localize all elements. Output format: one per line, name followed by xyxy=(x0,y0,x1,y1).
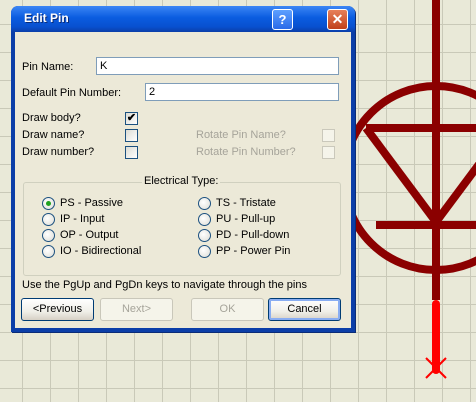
navigation-hint: Use the PgUp and PgDn keys to navigate t… xyxy=(22,279,307,291)
radio-input[interactable] xyxy=(42,213,55,226)
rotate-pin-name-label: Rotate Pin Name? xyxy=(196,129,286,141)
cancel-button[interactable]: Cancel xyxy=(268,298,341,321)
rotate-pin-name-checkbox[interactable] xyxy=(322,129,335,142)
draw-name-checkbox[interactable] xyxy=(125,129,138,142)
radio-pull-down[interactable] xyxy=(198,229,211,242)
radio-pull-up[interactable] xyxy=(198,213,211,226)
default-pin-number-label: Default Pin Number: xyxy=(22,87,122,99)
diode-triangle-left xyxy=(362,125,440,225)
draw-number-checkbox[interactable] xyxy=(125,146,138,159)
close-button[interactable]: ✕ xyxy=(327,9,348,30)
next-button[interactable]: Next> xyxy=(100,298,173,321)
pin-name-input[interactable]: K xyxy=(96,57,339,75)
diode-body-circle xyxy=(340,82,476,274)
radio-bidirectional-label: IO - Bidirectional xyxy=(60,245,142,257)
radio-tristate[interactable] xyxy=(198,197,211,210)
pin-name-label: Pin Name: xyxy=(22,61,74,73)
radio-pull-down-label: PD - Pull-down xyxy=(216,229,290,241)
electrical-type-title: Electrical Type: xyxy=(142,175,221,187)
radio-tristate-label: TS - Tristate xyxy=(216,197,276,209)
draw-body-label: Draw body? xyxy=(22,112,81,124)
ok-button[interactable]: OK xyxy=(191,298,264,321)
diode-symbol[interactable] xyxy=(340,0,476,300)
previous-button[interactable]: <Previous xyxy=(21,298,94,321)
dialog-title: Edit Pin xyxy=(24,11,69,25)
default-pin-number-input[interactable]: 2 xyxy=(145,83,339,101)
radio-output[interactable] xyxy=(42,229,55,242)
rotate-pin-number-checkbox[interactable] xyxy=(322,146,335,159)
help-button[interactable]: ? xyxy=(272,9,293,30)
draw-body-checkbox[interactable]: ✔ xyxy=(125,112,138,125)
title-bar[interactable]: Edit Pin ? ✕ xyxy=(11,6,355,32)
edit-pin-dialog: Edit Pin ? ✕ Pin Name: K Default Pin Num… xyxy=(11,6,355,332)
draw-name-label: Draw name? xyxy=(22,129,85,141)
dialog-body: Pin Name: K Default Pin Number: 2 Draw b… xyxy=(15,32,351,328)
draw-number-label: Draw number? xyxy=(22,146,95,158)
radio-output-label: OP - Output xyxy=(60,229,119,241)
diode-triangle-right xyxy=(432,161,476,225)
radio-passive[interactable] xyxy=(42,197,55,210)
rotate-pin-number-label: Rotate Pin Number? xyxy=(196,146,296,158)
close-icon: ✕ xyxy=(331,11,344,27)
radio-passive-label: PS - Passive xyxy=(60,197,123,209)
radio-power-pin[interactable] xyxy=(198,245,211,258)
radio-pull-up-label: PU - Pull-up xyxy=(216,213,276,225)
selected-pin-k[interactable] xyxy=(425,300,447,379)
radio-input-label: IP - Input xyxy=(60,213,105,225)
radio-bidirectional[interactable] xyxy=(42,245,55,258)
electrical-type-group: Electrical Type: PS - Passive IP - Input… xyxy=(23,175,341,276)
radio-power-pin-label: PP - Power Pin xyxy=(216,245,291,257)
